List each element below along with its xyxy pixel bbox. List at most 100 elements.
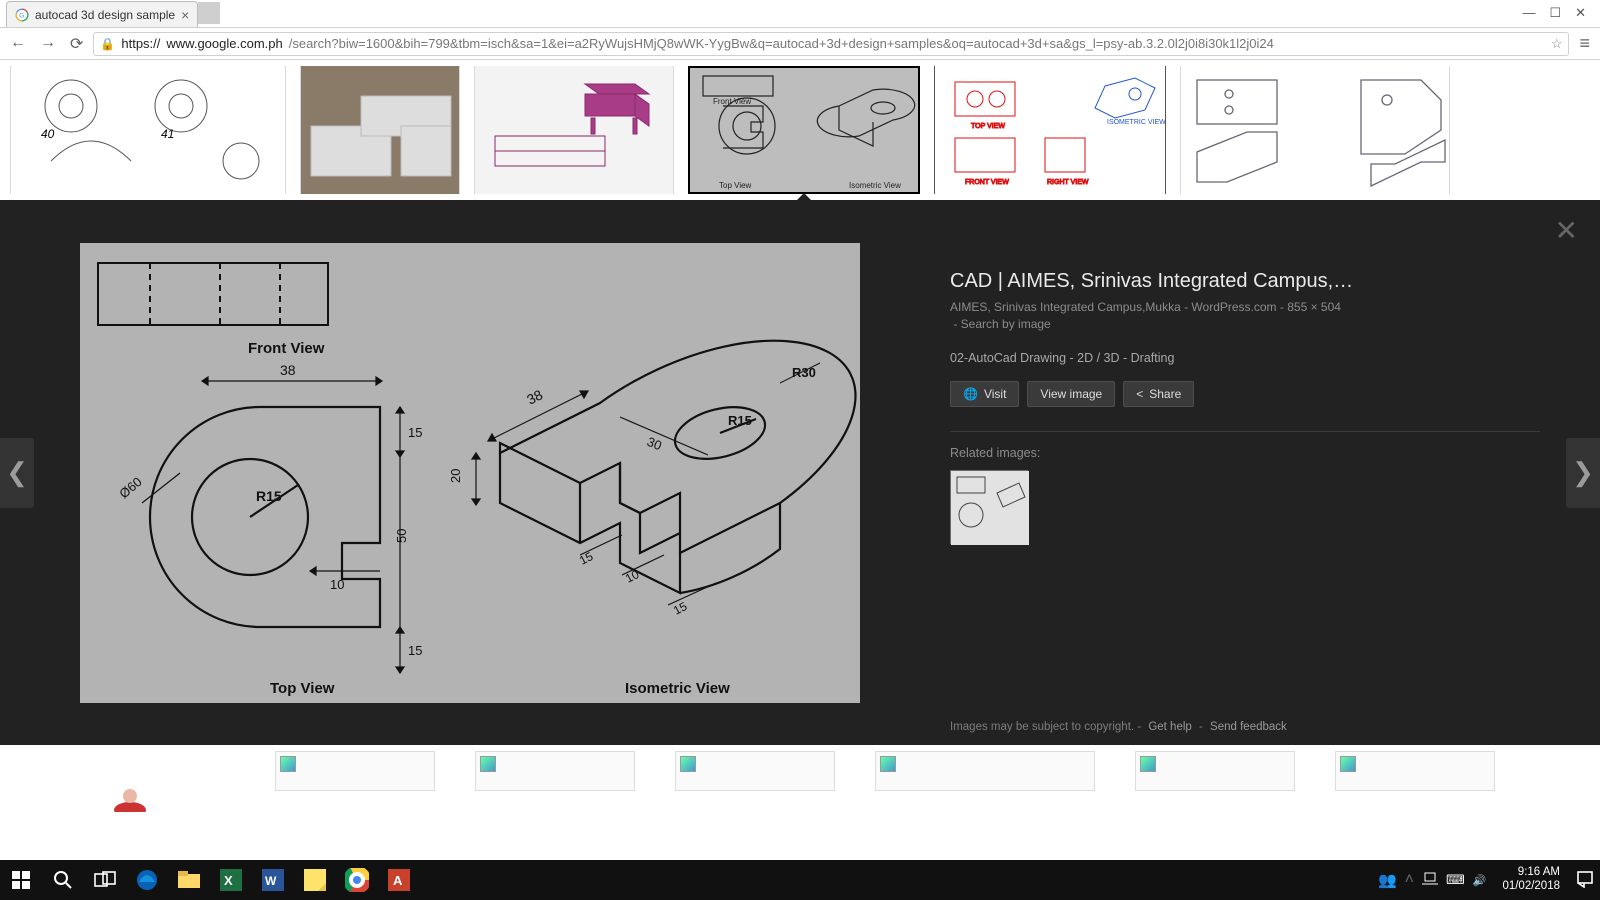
result-thumb[interactable] [675, 751, 835, 791]
dim: R15 [728, 413, 752, 428]
result-thumb[interactable] [875, 751, 1095, 791]
main-image[interactable]: Front View [80, 243, 860, 703]
page-content: 4041 [0, 60, 1600, 860]
svg-text:A: A [393, 873, 403, 888]
image-source[interactable]: AIMES, Srinivas Integrated Campus,Mukka … [950, 300, 1277, 314]
dim: 20 [448, 468, 463, 482]
share-icon: < [1136, 387, 1143, 401]
svg-text:G: G [19, 12, 24, 19]
dim: 38 [280, 362, 296, 378]
network-icon[interactable] [1422, 872, 1438, 889]
svg-text:Top View: Top View [719, 181, 752, 190]
view-image-button[interactable]: View image [1027, 381, 1115, 407]
next-arrow-icon[interactable]: ❯ [1566, 438, 1600, 508]
autocad-icon[interactable]: A [378, 860, 420, 900]
svg-text:X: X [224, 873, 233, 888]
action-buttons: 🌐Visit View image <Share [950, 381, 1540, 407]
task-view-icon[interactable] [84, 860, 126, 900]
svg-text:TOP VIEW: TOP VIEW [971, 123, 1005, 130]
result-thumb[interactable]: 4041 [10, 66, 286, 194]
close-window-icon[interactable]: ✕ [1575, 5, 1586, 21]
svg-text:W: W [265, 874, 277, 888]
clock[interactable]: 9:16 AM 01/02/2018 [1494, 866, 1568, 894]
visit-button[interactable]: 🌐Visit [950, 381, 1019, 407]
forward-icon[interactable]: → [40, 34, 56, 54]
chrome-taskbar-icon[interactable] [336, 860, 378, 900]
related-thumbs [950, 470, 1540, 544]
image-dimensions: 855 × 504 [1287, 300, 1341, 314]
svg-text:FRONT VIEW: FRONT VIEW [965, 179, 1009, 186]
prev-arrow-icon[interactable]: ❮ [0, 438, 34, 508]
dim: 15 [408, 643, 422, 658]
bookmark-star-icon[interactable]: ☆ [1551, 36, 1563, 52]
chrome-profile-badge[interactable] [198, 2, 220, 24]
tab-close-icon[interactable]: × [181, 7, 189, 23]
edge-icon[interactable] [126, 860, 168, 900]
word-icon[interactable]: W [252, 860, 294, 900]
viewer-footer: Images may be subject to copyright. - Ge… [950, 721, 1291, 733]
minimize-icon[interactable]: — [1522, 5, 1535, 21]
excel-icon[interactable]: X [210, 860, 252, 900]
viewer-close-icon[interactable]: ✕ [1555, 214, 1578, 247]
notifications-icon[interactable] [1576, 870, 1594, 891]
chrome-menu-icon[interactable]: ≡ [1579, 33, 1590, 54]
language-icon[interactable]: ⌨ [1446, 872, 1465, 888]
send-feedback-link[interactable]: Send feedback [1210, 721, 1287, 733]
viewer-image-area: Front View [0, 200, 940, 745]
tray-chevron-icon[interactable]: ˄ [1405, 871, 1414, 889]
dim: R15 [256, 488, 282, 504]
globe-icon: 🌐 [963, 387, 978, 401]
result-thumb[interactable] [300, 66, 460, 194]
share-button[interactable]: <Share [1123, 381, 1194, 407]
time-text: 9:16 AM [1502, 866, 1560, 880]
volume-icon[interactable]: 🔊 [1473, 874, 1487, 887]
svg-text:41: 41 [161, 127, 174, 141]
svg-text:Front View: Front View [713, 97, 751, 106]
google-favicon: G [15, 8, 29, 22]
result-thumb[interactable] [1180, 66, 1450, 194]
browser-tab[interactable]: G autocad 3d design sample × [6, 1, 198, 27]
result-thumb[interactable] [1335, 751, 1495, 791]
titlebar: G autocad 3d design sample × — ☐ ✕ [0, 0, 1600, 28]
svg-text:RIGHT VIEW: RIGHT VIEW [1047, 179, 1089, 186]
result-thumb[interactable] [275, 751, 435, 791]
front-view-label: Front View [248, 340, 325, 357]
svg-text:ISOMETRIC VIEW: ISOMETRIC VIEW [1107, 119, 1165, 126]
image-title[interactable]: CAD | AIMES, Srinivas Integrated Campus,… [950, 270, 1540, 293]
sticky-notes-icon[interactable] [294, 860, 336, 900]
results-strip-next [0, 745, 1600, 795]
reload-icon[interactable]: ⟳ [70, 34, 83, 54]
result-thumb[interactable] [474, 66, 674, 194]
result-thumb[interactable] [475, 751, 635, 791]
get-help-link[interactable]: Get help [1148, 721, 1191, 733]
url-host: www.google.com.ph [166, 36, 282, 51]
windows-taskbar: X W A 👥 ˄ ⌨ 🔊 9:16 AM 01/02/2018 [0, 860, 1600, 900]
decorative-avatar-icon [110, 786, 150, 812]
tab-title: autocad 3d design sample [35, 8, 175, 22]
address-bar-row: ← → ⟳ 🔒 https://www.google.com.ph/search… [0, 28, 1600, 60]
url-path: /search?biw=1600&bih=799&tbm=isch&sa=1&e… [289, 36, 1274, 51]
search-icon[interactable] [42, 860, 84, 900]
file-explorer-icon[interactable] [168, 860, 210, 900]
window-controls: — ☐ ✕ [1522, 5, 1600, 27]
back-icon[interactable]: ← [10, 34, 26, 54]
iso-view-label: Isometric View [625, 680, 730, 697]
result-thumb-selected[interactable]: Front View Top View Isometric View [688, 66, 920, 194]
image-viewer: ❮ ❯ ✕ Front View [0, 200, 1600, 745]
nav-buttons: ← → ⟳ [10, 34, 83, 54]
omnibox[interactable]: 🔒 https://www.google.com.ph/search?biw=1… [93, 32, 1569, 56]
dim: 10 [330, 577, 344, 592]
result-thumb[interactable]: TOP VIEW FRONT VIEW RIGHT VIEW ISOMETRIC … [934, 66, 1166, 194]
image-subtitle: AIMES, Srinivas Integrated Campus,Mukka … [950, 299, 1540, 333]
result-thumb[interactable] [1135, 751, 1295, 791]
related-thumb[interactable] [950, 470, 1028, 544]
maximize-icon[interactable]: ☐ [1549, 5, 1561, 21]
dim: 15 [408, 425, 422, 440]
people-icon[interactable]: 👥 [1378, 871, 1397, 889]
search-by-image-link[interactable]: Search by image [961, 317, 1051, 331]
start-button[interactable] [0, 860, 42, 900]
url-protocol: https:// [121, 36, 160, 51]
image-description: 02-AutoCad Drawing - 2D / 3D - Drafting [950, 351, 1540, 365]
chrome-window: G autocad 3d design sample × — ☐ ✕ ← → ⟳… [0, 0, 1600, 900]
system-tray: 👥 ˄ ⌨ 🔊 9:16 AM 01/02/2018 [1378, 866, 1600, 894]
